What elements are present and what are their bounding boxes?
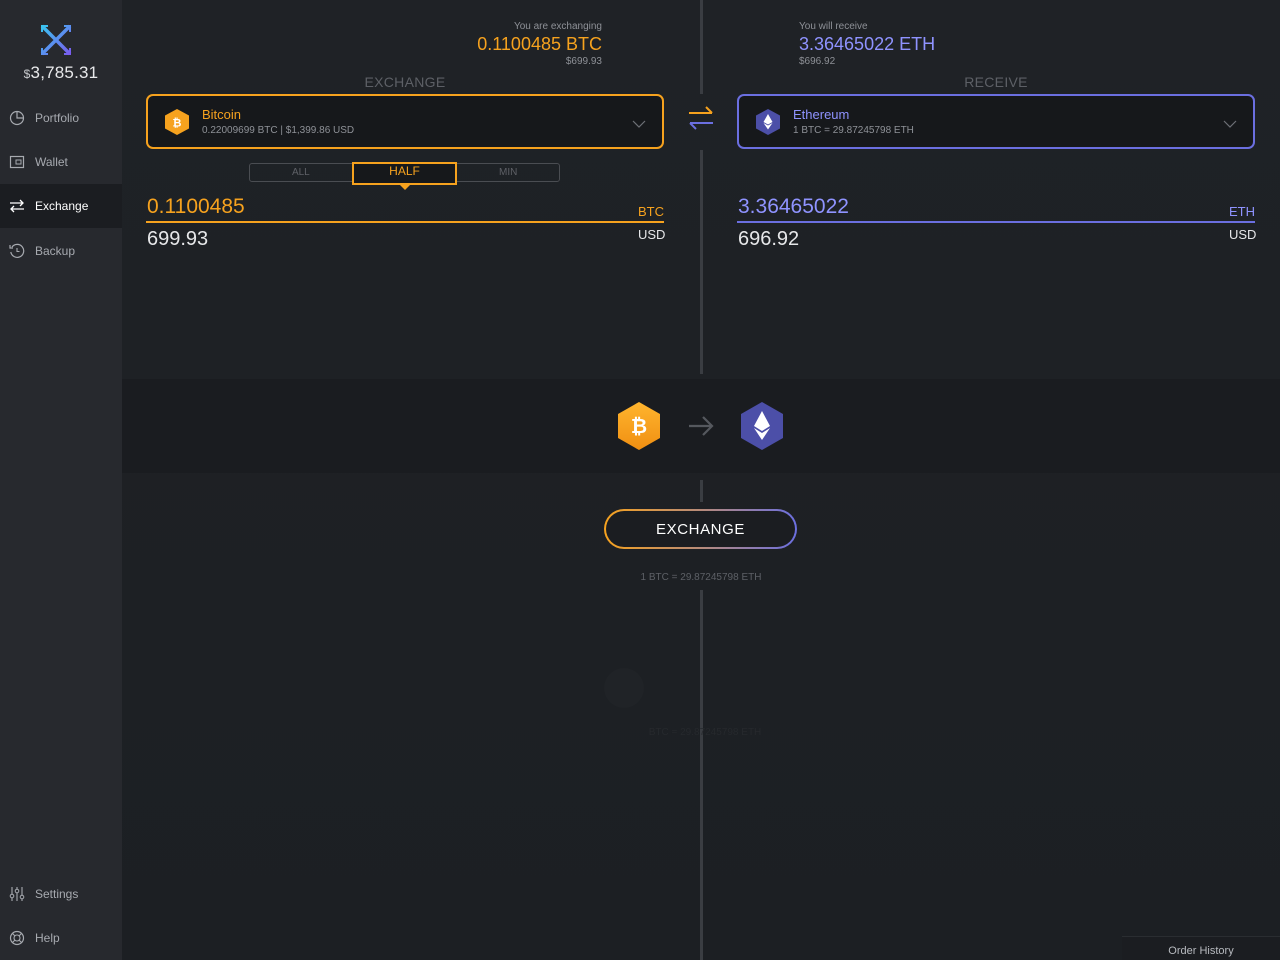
sidebar-item-exchange[interactable]: Exchange xyxy=(0,184,122,228)
receive-section-title: RECEIVE xyxy=(964,74,1028,90)
portfolio-balance: $3,785.31 xyxy=(0,63,122,83)
sidebar-item-label: Help xyxy=(35,931,60,945)
exchange-rate-text: 1 BTC = 29.87245798 ETH xyxy=(640,572,762,583)
exodus-logo-icon xyxy=(38,22,74,58)
sidebar-item-label: Exchange xyxy=(35,199,89,213)
swap-direction-icon[interactable] xyxy=(686,104,716,132)
sidebar-item-label: Backup xyxy=(35,244,76,258)
backup-icon xyxy=(9,243,25,259)
lifebuoy-icon xyxy=(9,930,25,946)
summary-receiving-label: You will receive xyxy=(799,21,868,32)
summary-exchanging: You are exchanging 0.1100485 BTC $699.93 xyxy=(477,21,602,67)
preset-min-button[interactable]: MIN xyxy=(457,164,559,181)
center-divider-lower xyxy=(700,480,703,502)
preset-all-button[interactable]: ALL xyxy=(250,164,352,181)
preset-half-button[interactable]: HALF xyxy=(351,162,458,190)
from-amount-input[interactable]: 0.1100485 BTC xyxy=(146,195,664,223)
sidebar-item-help[interactable]: Help xyxy=(0,916,122,960)
faded-circle xyxy=(604,668,644,708)
chevron-down-icon xyxy=(1223,116,1237,128)
exchange-button-label: EXCHANGE xyxy=(606,511,795,547)
from-amount-value: 0.1100485 xyxy=(147,195,245,218)
center-divider-middle xyxy=(700,150,703,374)
wallet-icon xyxy=(9,154,25,170)
to-amount-value: 3.36465022 xyxy=(738,195,849,218)
sidebar-item-portfolio[interactable]: Portfolio xyxy=(0,96,122,140)
sidebar-item-wallet[interactable]: Wallet xyxy=(0,140,122,184)
to-amount-unit: ETH xyxy=(1229,204,1255,219)
to-usd-unit: USD xyxy=(1229,227,1257,242)
from-usd-value[interactable]: 699.93 xyxy=(147,228,208,251)
from-coin-name: Bitcoin xyxy=(202,107,242,122)
sidebar-item-backup[interactable]: Backup xyxy=(0,229,122,273)
exchange-arrows-icon xyxy=(9,198,25,214)
to-coin-rate: 1 BTC = 29.87245798 ETH xyxy=(793,125,914,136)
from-coin-balance: 0.22009699 BTC | $1,399.86 USD xyxy=(202,125,355,136)
svg-text:₿: ₿ xyxy=(631,414,647,438)
ethereum-icon xyxy=(739,400,785,452)
exchange-section-title: EXCHANGE xyxy=(364,74,446,90)
center-divider-bottom xyxy=(700,590,703,960)
sidebar-item-label: Wallet xyxy=(35,155,68,169)
to-usd-value[interactable]: 696.92 xyxy=(738,228,799,251)
summary-exchanging-amount: 0.1100485 BTC xyxy=(477,34,602,54)
summary-receiving-amount: 3.36465022 ETH xyxy=(799,34,936,54)
bitcoin-icon: ₿ xyxy=(616,400,662,452)
sidebar: $3,785.31 Portfolio Wallet Exchange Back… xyxy=(0,0,122,960)
balance-value: 3,785.31 xyxy=(30,63,99,82)
summary-exchanging-usd: $699.93 xyxy=(565,56,602,67)
ethereum-icon xyxy=(755,108,781,136)
from-usd-unit: USD xyxy=(638,227,666,242)
bitcoin-icon: ₿ xyxy=(164,108,190,136)
faded-rate-text: BTC = 29.87245798 ETH xyxy=(648,727,762,738)
sidebar-item-label: Settings xyxy=(35,887,79,901)
arrow-right-icon xyxy=(688,415,714,437)
center-divider-top xyxy=(700,0,703,94)
pie-chart-icon xyxy=(9,110,25,126)
sidebar-item-label: Portfolio xyxy=(35,111,80,125)
to-coin-name: Ethereum xyxy=(793,107,850,122)
svg-text:₿: ₿ xyxy=(173,116,182,129)
chevron-down-icon xyxy=(632,116,646,128)
sliders-icon xyxy=(9,886,25,902)
summary-receiving: You will receive 3.36465022 ETH $696.92 xyxy=(799,21,935,67)
exchange-button[interactable]: EXCHANGE xyxy=(604,509,797,549)
to-coin-selector[interactable]: Ethereum 1 BTC = 29.87245798 ETH xyxy=(737,94,1255,149)
summary-receiving-usd: $696.92 xyxy=(799,56,836,67)
sidebar-item-settings[interactable]: Settings xyxy=(0,872,122,916)
summary-exchanging-label: You are exchanging xyxy=(513,21,602,32)
from-amount-unit: BTC xyxy=(638,204,664,219)
from-coin-selector[interactable]: ₿ Bitcoin 0.22009699 BTC | $1,399.86 USD xyxy=(146,94,664,149)
to-amount-input[interactable]: 3.36465022 ETH xyxy=(737,195,1255,223)
balance-currency: $ xyxy=(23,67,31,81)
amount-preset-toggle: ALL HALF MIN xyxy=(249,162,560,190)
order-history-button[interactable]: Order History xyxy=(1122,936,1280,960)
